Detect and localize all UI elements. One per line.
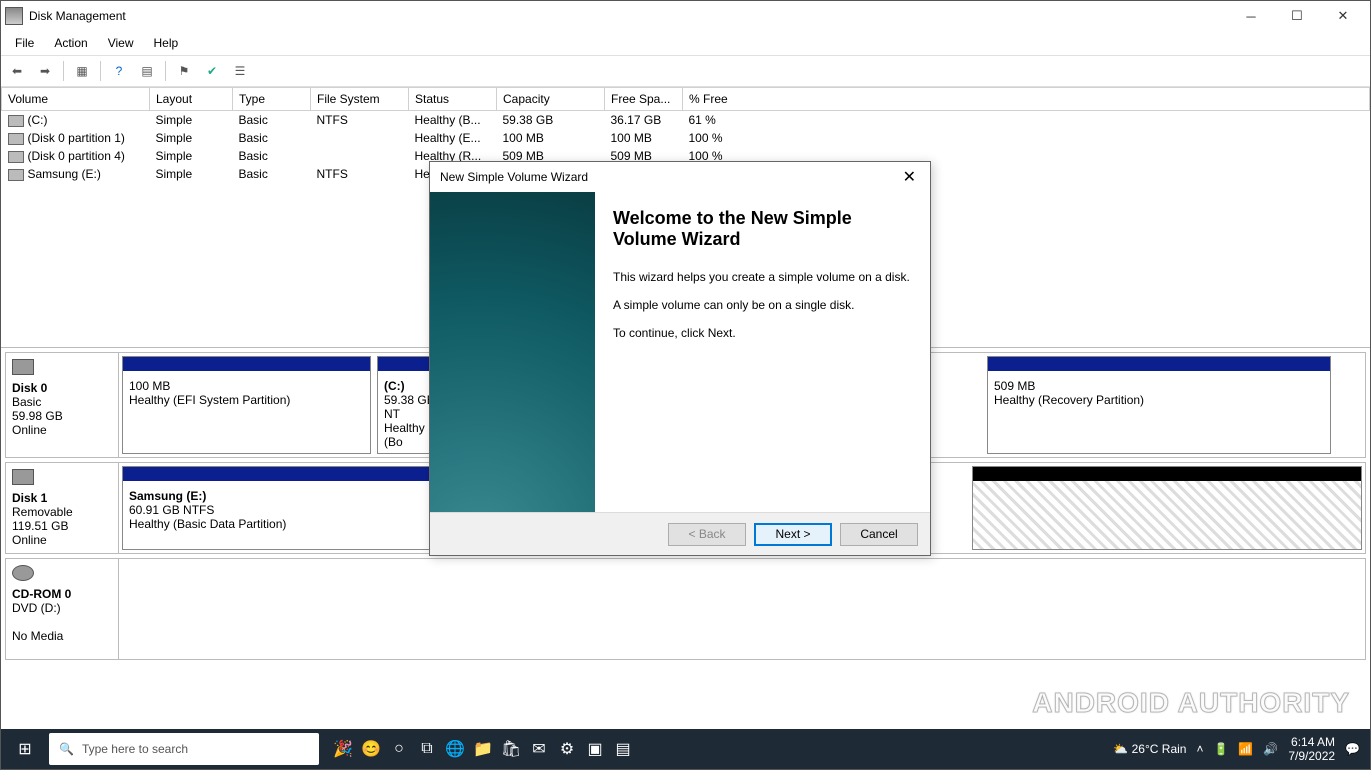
titlebar: Disk Management ─ ☐ ✕ (1, 1, 1370, 31)
explorer-icon[interactable]: 📁 (469, 735, 497, 763)
diskmgmt-taskbar-icon[interactable]: ▤ (609, 735, 637, 763)
table-row[interactable]: (Disk 0 partition 1)SimpleBasicHealthy (… (2, 129, 1370, 147)
volume-icon[interactable]: 🔊 (1263, 742, 1278, 756)
disk-icon (12, 359, 34, 375)
show-hide-icon[interactable]: ▦ (70, 59, 94, 83)
wifi-icon[interactable]: 📶 (1238, 742, 1253, 756)
disk-name: Disk 0 (12, 381, 112, 395)
wizard-text: To continue, click Next. (613, 326, 912, 340)
clock[interactable]: 6:14 AM 7/9/2022 (1288, 735, 1335, 764)
menu-bar: File Action View Help (1, 31, 1370, 55)
cancel-button[interactable]: Cancel (840, 523, 918, 546)
partition[interactable]: Samsung (E:) 60.91 GB NTFS Healthy (Basi… (122, 466, 446, 550)
wizard-text: A simple volume can only be on a single … (613, 298, 912, 312)
col-layout[interactable]: Layout (150, 88, 233, 111)
forward-icon[interactable]: ➡ (33, 59, 57, 83)
wizard-text: This wizard helps you create a simple vo… (613, 270, 912, 284)
mail-icon[interactable]: ✉ (525, 735, 553, 763)
cortana-icon[interactable]: ○ (385, 735, 413, 763)
disk-name: Disk 1 (12, 491, 112, 505)
help-icon[interactable]: ? (107, 59, 131, 83)
volume-icon (8, 169, 24, 181)
maximize-button[interactable]: ☐ (1274, 1, 1320, 31)
emoji-tray-icon[interactable]: 😊 (357, 735, 385, 763)
settings-icon[interactable]: ⚙ (553, 735, 581, 763)
col-capacity[interactable]: Capacity (497, 88, 605, 111)
volume-icon (8, 115, 24, 127)
emoji-tray-icon[interactable]: 🎉 (329, 735, 357, 763)
back-button: < Back (668, 523, 746, 546)
menu-action[interactable]: Action (46, 34, 95, 52)
close-button[interactable]: ✕ (1320, 1, 1366, 31)
notifications-icon[interactable]: 💬 (1345, 742, 1360, 756)
col-pct[interactable]: % Free (683, 88, 1370, 111)
col-volume[interactable]: Volume (2, 88, 150, 111)
col-fs[interactable]: File System (311, 88, 409, 111)
volume-icon (8, 151, 24, 163)
wizard-banner (430, 192, 595, 512)
battery-icon[interactable]: 🔋 (1213, 742, 1228, 756)
check-icon[interactable]: ✔ (200, 59, 224, 83)
partition[interactable]: 509 MB Healthy (Recovery Partition) (987, 356, 1331, 454)
disk-icon (12, 469, 34, 485)
partition[interactable]: 100 MB Healthy (EFI System Partition) (122, 356, 371, 454)
dialog-close-button[interactable]: ✕ (899, 167, 920, 187)
menu-file[interactable]: File (7, 34, 42, 52)
next-button[interactable]: Next > (754, 523, 832, 546)
volume-icon (8, 133, 24, 145)
refresh-icon[interactable]: ⚑ (172, 59, 196, 83)
search-placeholder: Type here to search (82, 742, 188, 756)
dialog-title: New Simple Volume Wizard (440, 170, 588, 184)
search-box[interactable]: 🔍 Type here to search (49, 733, 319, 765)
back-icon[interactable]: ⬅ (5, 59, 29, 83)
wizard-heading: Welcome to the New Simple Volume Wizard (613, 208, 912, 250)
weather-widget[interactable]: ⛅ 26°C Rain (1113, 742, 1186, 756)
cdrom-icon (12, 565, 34, 581)
minimize-button[interactable]: ─ (1228, 1, 1274, 31)
search-icon: 🔍 (59, 742, 74, 756)
start-button[interactable]: ⊞ (1, 729, 49, 769)
unallocated-space[interactable] (972, 466, 1362, 550)
tray-chevron-icon[interactable]: ˄ (1196, 742, 1203, 756)
list-icon[interactable]: ☰ (228, 59, 252, 83)
window-title: Disk Management (29, 9, 1228, 23)
col-free[interactable]: Free Spa... (605, 88, 683, 111)
table-row[interactable]: (C:)SimpleBasicNTFSHealthy (B...59.38 GB… (2, 111, 1370, 130)
disk-header: Disk 0 Basic 59.98 GB Online (6, 353, 119, 457)
properties-icon[interactable]: ▤ (135, 59, 159, 83)
task-view-icon[interactable]: ⧉ (413, 735, 441, 763)
disk-row[interactable]: CD-ROM 0 DVD (D:) No Media (5, 558, 1366, 660)
watermark: ANDROID AUTHORITY (1032, 687, 1350, 719)
wizard-dialog: New Simple Volume Wizard ✕ Welcome to th… (429, 161, 931, 556)
edge-icon[interactable]: 🌐 (441, 735, 469, 763)
col-type[interactable]: Type (233, 88, 311, 111)
disk-header: Disk 1 Removable 119.51 GB Online (6, 463, 119, 553)
app-icon[interactable]: ▣ (581, 735, 609, 763)
menu-help[interactable]: Help (146, 34, 187, 52)
menu-view[interactable]: View (100, 34, 142, 52)
col-status[interactable]: Status (409, 88, 497, 111)
toolbar: ⬅ ➡ ▦ ? ▤ ⚑ ✔ ☰ (1, 55, 1370, 87)
disk-header: CD-ROM 0 DVD (D:) No Media (6, 559, 119, 659)
app-icon (5, 7, 23, 25)
store-icon[interactable]: 🛍 (497, 735, 525, 763)
taskbar: ⊞ 🔍 Type here to search 🎉 😊 ○ ⧉ 🌐 📁 🛍 ✉ … (1, 729, 1370, 769)
disk-name: CD-ROM 0 (12, 587, 112, 601)
